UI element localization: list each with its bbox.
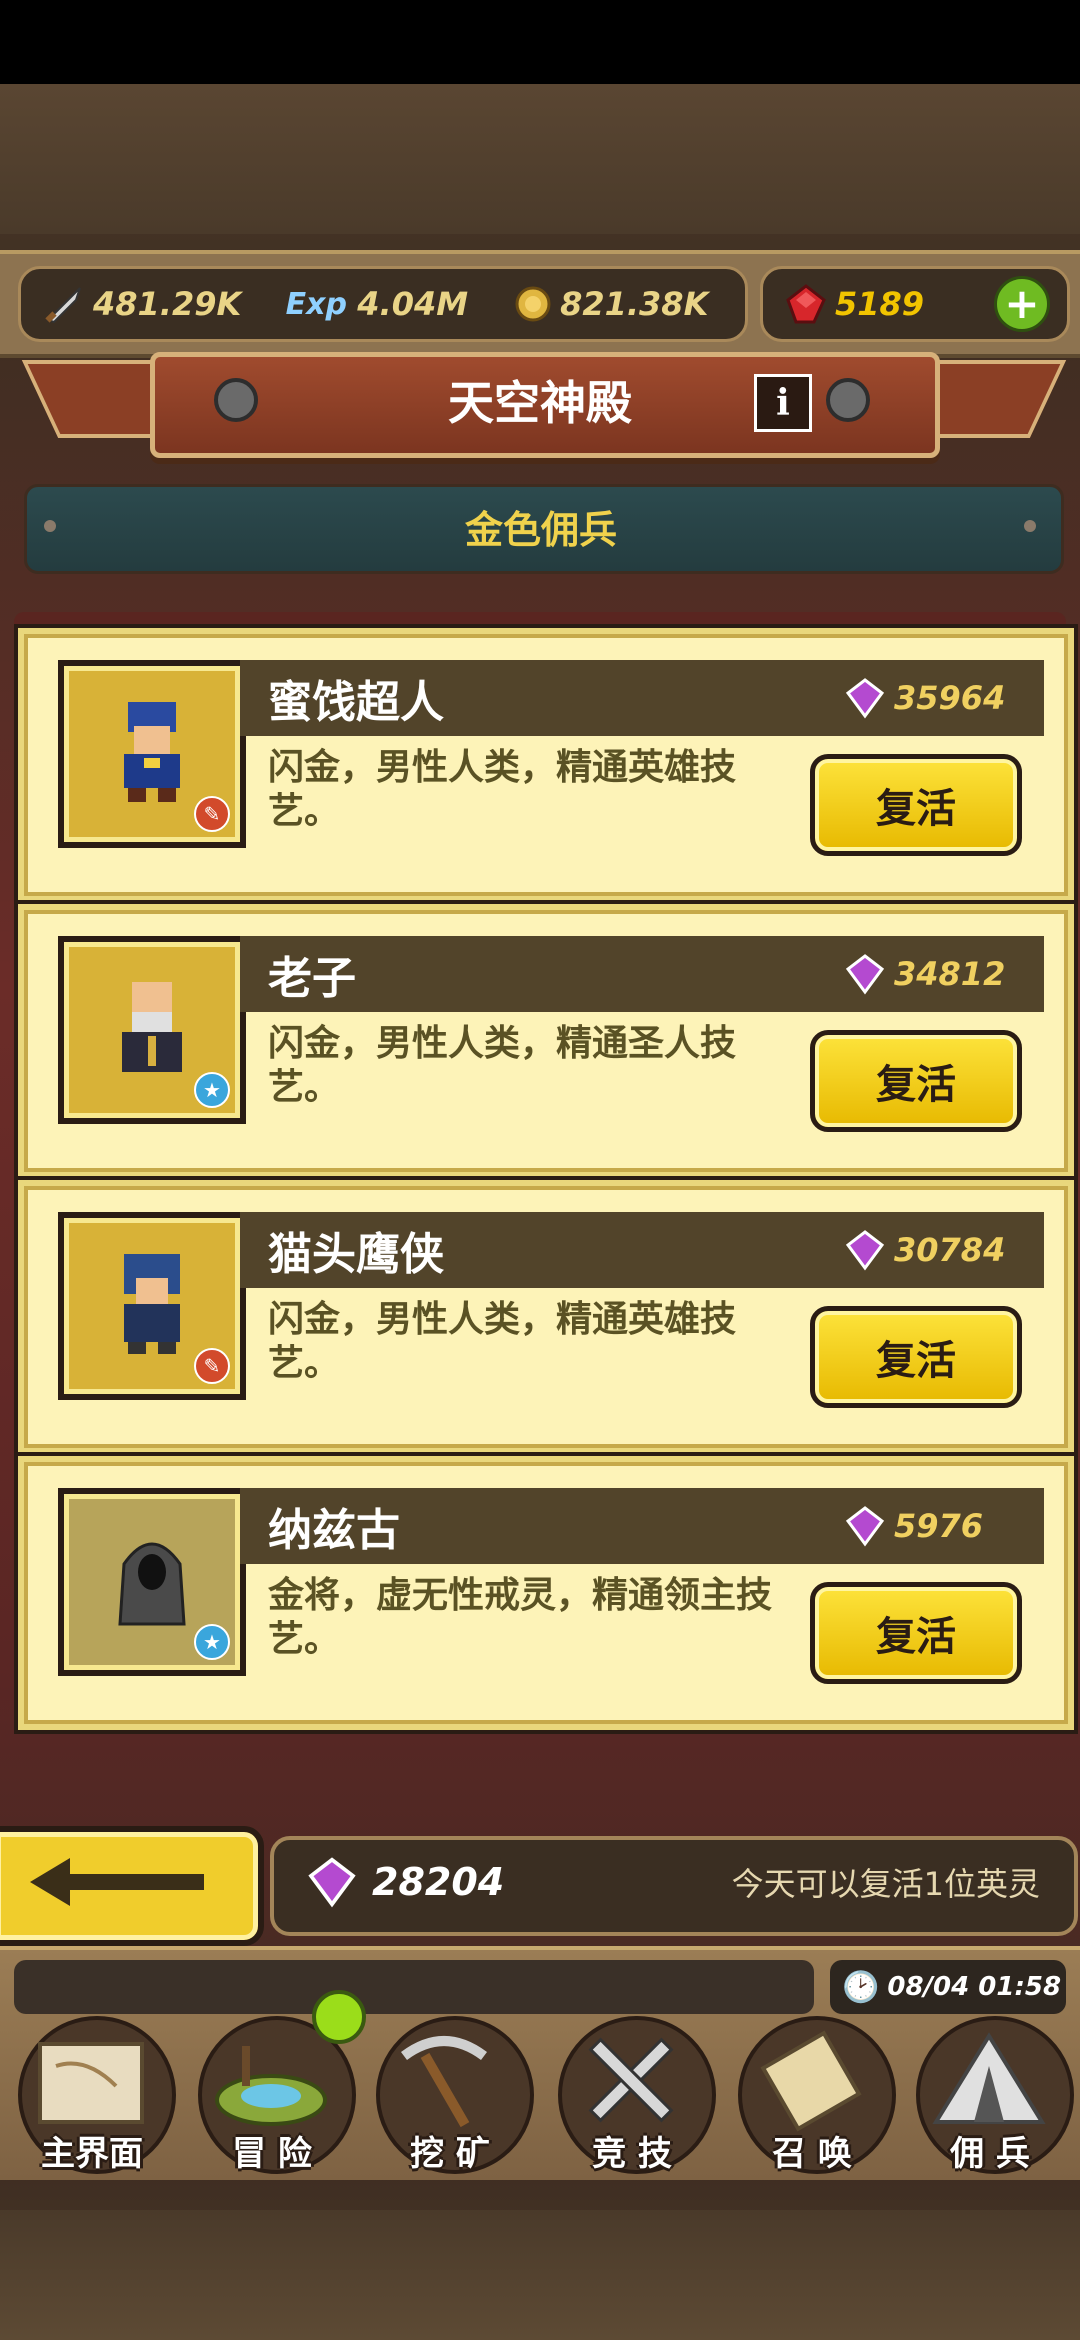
- rivet-icon: [826, 378, 870, 422]
- notification-dot: [312, 1990, 366, 2044]
- hero-card: ✎ 猫头鹰侠 30784 闪金，男性人类，精通英雄技艺。 复活: [18, 1180, 1074, 1454]
- class-hero-badge-icon: ✎: [194, 1348, 230, 1384]
- rivet-icon: [214, 378, 258, 422]
- nav-summon[interactable]: 召 唤: [724, 2016, 900, 2176]
- hero-description: 闪金，男性人类，精通圣人技艺。: [268, 1023, 737, 1108]
- dot-icon: [1024, 520, 1036, 532]
- hero-portrait[interactable]: ★: [58, 936, 246, 1124]
- section-title: 金色佣兵: [464, 507, 617, 552]
- hero-description: 金将，虚无性戒灵，精通领主技艺。: [268, 1575, 773, 1660]
- hero-description: 闪金，男性人类，精通英雄技艺。: [268, 747, 737, 832]
- back-arrow-icon: [30, 1858, 204, 1906]
- nav-mercenary[interactable]: 佣 兵: [902, 2016, 1078, 2176]
- resource-pill-main: 481.29K Exp 4.04M 821.38K: [18, 266, 748, 342]
- gold-value: 821.38K: [560, 285, 709, 323]
- hero-cost: 5976: [844, 1488, 983, 1564]
- gem-value: 5189: [835, 285, 925, 323]
- attack-resource: 481.29K: [41, 281, 241, 327]
- hero-sprite-icon: [118, 1542, 186, 1626]
- hero-portrait[interactable]: ✎: [58, 1212, 246, 1400]
- message-bar: [14, 1960, 814, 2014]
- hero-name: 蜜饯超人: [268, 677, 444, 728]
- hero-name: 老子: [268, 953, 356, 1004]
- dot-icon: [44, 520, 56, 532]
- page-title: 天空神殿: [448, 376, 632, 430]
- class-sage-badge-icon: ★: [194, 1072, 230, 1108]
- hero-sprite-icon: [124, 1254, 180, 1354]
- revive-button[interactable]: 复活: [810, 1030, 1022, 1132]
- hero-cost: 30784: [844, 1212, 1005, 1288]
- revive-hint: 今天可以复活1位英灵: [731, 1865, 1040, 1903]
- nav-mining[interactable]: 挖 矿: [362, 2016, 538, 2176]
- hero-cost: 34812: [844, 936, 1005, 1012]
- hero-card: ★ 老子 34812 闪金，男性人类，精通圣人技艺。 复活: [18, 904, 1074, 1178]
- class-hero-badge-icon: ✎: [194, 796, 230, 832]
- hero-card: ✎ 蜜饯超人 35964 闪金，男性人类，精通英雄技艺。 复活: [18, 628, 1074, 902]
- hero-cost: 35964: [844, 660, 1005, 736]
- hero-name: 猫头鹰侠: [268, 1229, 444, 1280]
- class-lord-badge-icon: ★: [194, 1624, 230, 1660]
- purple-gem-icon: [308, 1857, 356, 1908]
- scroll-icon: [760, 2030, 862, 2132]
- attack-value: 481.29K: [93, 285, 242, 323]
- back-button[interactable]: [0, 1826, 264, 1946]
- revive-button[interactable]: 复活: [810, 1582, 1022, 1684]
- sword-icon: [41, 281, 87, 327]
- revive-button[interactable]: 复活: [810, 1306, 1022, 1408]
- status-bar: [0, 0, 1080, 84]
- purple-gem-icon: [845, 1230, 885, 1271]
- hero-name: 纳兹古: [268, 1505, 400, 1556]
- map-scroll-icon: [38, 2042, 144, 2124]
- exp-resource: Exp 4.04M: [281, 281, 468, 327]
- gem-total: 28204: [372, 1860, 505, 1904]
- hero-portrait[interactable]: ★: [58, 1488, 246, 1676]
- exp-icon: Exp: [285, 286, 347, 322]
- purple-gem-icon: [845, 678, 885, 719]
- purple-gem-icon: [845, 1506, 885, 1547]
- purple-gem-icon: [845, 954, 885, 995]
- clock: 🕑 08/04 01:58: [830, 1960, 1066, 2014]
- exp-value: 4.04M: [357, 285, 469, 323]
- ruby-icon: [783, 281, 829, 327]
- hero-sprite-icon: [122, 982, 182, 1072]
- add-gems-button[interactable]: +: [994, 276, 1050, 332]
- gold-resource: 821.38K: [508, 281, 708, 327]
- map-bottom: [0, 2210, 1080, 2340]
- clock-icon: 🕑: [842, 1969, 880, 2005]
- revive-button[interactable]: 复活: [810, 754, 1022, 856]
- tent-icon: [932, 2032, 1046, 2124]
- gold-coin-icon: [508, 281, 554, 327]
- map-top: [0, 84, 1080, 234]
- pickaxe-icon: [401, 2036, 487, 2128]
- hero-card: ★ 纳兹古 5976 金将，虚无性戒灵，精通领主技艺。 复活: [18, 1456, 1074, 1730]
- nav-arena[interactable]: 竞 技: [544, 2016, 720, 2176]
- info-button[interactable]: i: [754, 374, 812, 432]
- hero-description: 闪金，男性人类，精通英雄技艺。: [268, 1299, 737, 1384]
- hero-portrait[interactable]: ✎: [58, 660, 246, 848]
- nav-main[interactable]: 主界面: [4, 2016, 180, 2176]
- crossed-swords-icon: [588, 2037, 674, 2123]
- gem-resource: 5189: [783, 281, 924, 327]
- hero-sprite-icon: [124, 702, 180, 802]
- island-icon: [215, 2046, 327, 2126]
